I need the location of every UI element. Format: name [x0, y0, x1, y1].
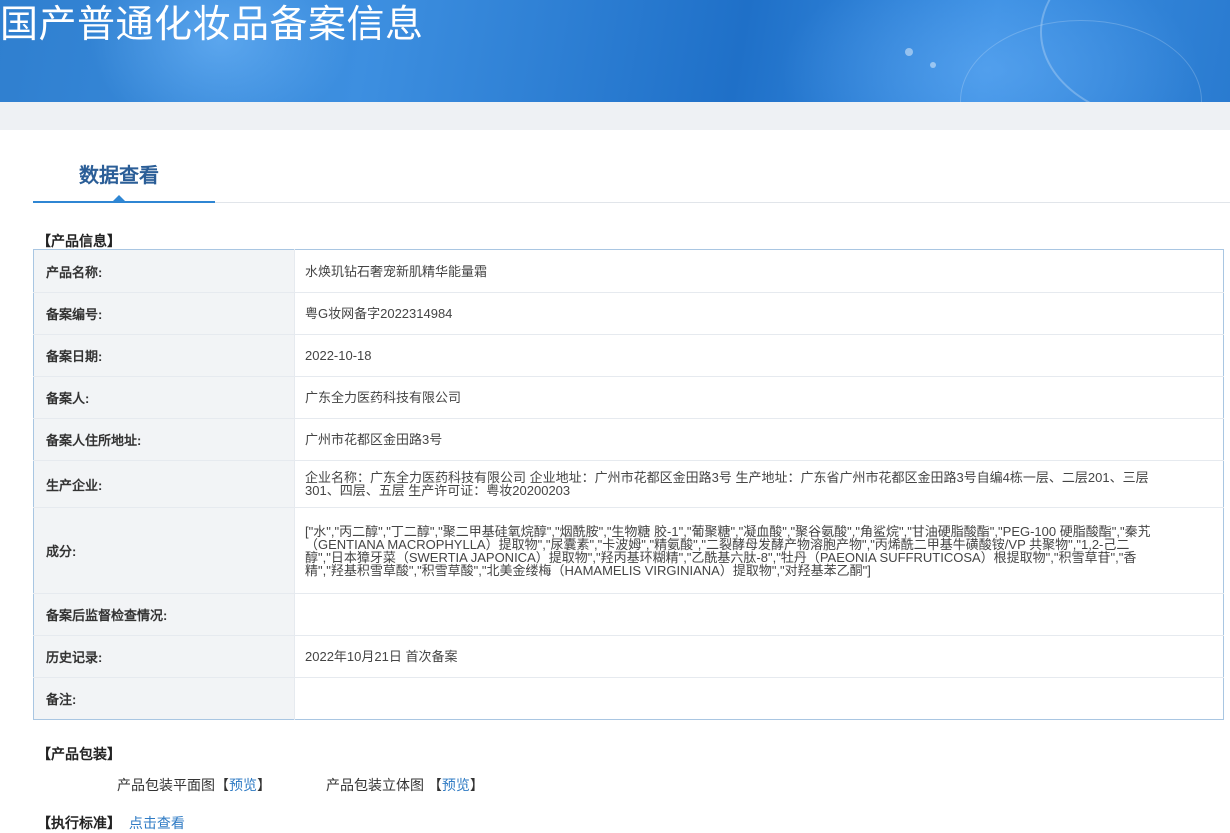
row-value: [294, 677, 1224, 720]
table-row: 生产企业: 企业名称：广东全力医药科技有限公司 企业地址：广州市花都区金田路3号…: [33, 460, 1224, 508]
row-value: [294, 593, 1224, 636]
packaging-solid-item: 产品包装立体图 【预览】: [326, 775, 484, 795]
table-row: 备案人: 广东全力医药科技有限公司: [33, 376, 1224, 419]
row-value: 2022年10月21日 首次备案: [294, 635, 1224, 678]
row-value: 企业名称：广东全力医药科技有限公司 企业地址：广州市花都区金田路3号 生产地址：…: [294, 460, 1224, 508]
row-key: 生产企业:: [33, 460, 295, 508]
table-row: 备注:: [33, 677, 1224, 720]
bracket: 【: [427, 777, 442, 793]
row-key: 备案人住所地址:: [33, 418, 295, 461]
tab-bar: 数据查看: [33, 130, 1230, 203]
row-value: 广州市花都区金田路3号: [294, 418, 1224, 461]
row-value: 广东全力医药科技有限公司: [294, 376, 1224, 419]
table-row: 备案人住所地址: 广州市花都区金田路3号: [33, 418, 1224, 461]
tab-label: 数据查看: [79, 165, 159, 187]
row-key: 备案后监督检查情况:: [33, 593, 295, 636]
table-row: 备案日期: 2022-10-18: [33, 334, 1224, 377]
product-info-table: 产品名称: 水焕玑钻石奢宠新肌精华能量霜 备案编号: 粤G妆网备字2022314…: [33, 249, 1224, 720]
row-value: 2022-10-18: [294, 334, 1224, 377]
bracket: 】: [469, 777, 484, 793]
row-value: 水焕玑钻石奢宠新肌精华能量霜: [294, 249, 1224, 293]
header-banner: 国产普通化妆品备案信息: [0, 0, 1230, 102]
tab-data-view[interactable]: 数据查看: [33, 130, 215, 203]
packaging-solid-label: 产品包装立体图: [326, 777, 424, 793]
packaging-flat-item: 产品包装平面图【预览】: [117, 775, 271, 795]
row-value: ["水","丙二醇","丁二醇","聚二甲基硅氧烷醇","烟酰胺","生物糖 胶…: [294, 507, 1224, 594]
row-key: 历史记录:: [33, 635, 295, 678]
banner-decoration: [905, 48, 913, 56]
standard-view-link[interactable]: 点击查看: [129, 815, 185, 831]
header-divider: [0, 102, 1230, 130]
flat-preview-link[interactable]: 预览: [229, 777, 257, 793]
tab-underline: [33, 201, 215, 203]
table-row: 产品名称: 水焕玑钻石奢宠新肌精华能量霜: [33, 249, 1224, 293]
row-value: 粤G妆网备字2022314984: [294, 292, 1224, 335]
table-row: 备案编号: 粤G妆网备字2022314984: [33, 292, 1224, 335]
section-title-product-info: 【产品信息】: [37, 233, 121, 249]
bracket: 【: [215, 777, 229, 793]
table-row: 成分: ["水","丙二醇","丁二醇","聚二甲基硅氧烷醇","烟酰胺","生…: [33, 507, 1224, 594]
bracket: 】: [257, 777, 271, 793]
standard-title: 【执行标准】: [37, 815, 121, 831]
section-title-packaging: 【产品包装】: [37, 746, 121, 762]
row-key: 成分:: [33, 507, 295, 594]
table-row: 备案后监督检查情况:: [33, 593, 1224, 636]
row-key: 备案编号:: [33, 292, 295, 335]
packaging-flat-label: 产品包装平面图: [117, 777, 215, 793]
row-key: 备案人:: [33, 376, 295, 419]
page-title: 国产普通化妆品备案信息: [0, 4, 424, 46]
row-key: 备案日期:: [33, 334, 295, 377]
row-key: 备注:: [33, 677, 295, 720]
tab-caret-icon: [113, 195, 125, 201]
row-key: 产品名称:: [33, 249, 295, 293]
solid-preview-link[interactable]: 预览: [442, 777, 470, 793]
banner-decoration: [930, 62, 936, 68]
table-row: 历史记录: 2022年10月21日 首次备案: [33, 635, 1224, 678]
section-title-standard: 【执行标准】 点击查看: [37, 813, 185, 833]
